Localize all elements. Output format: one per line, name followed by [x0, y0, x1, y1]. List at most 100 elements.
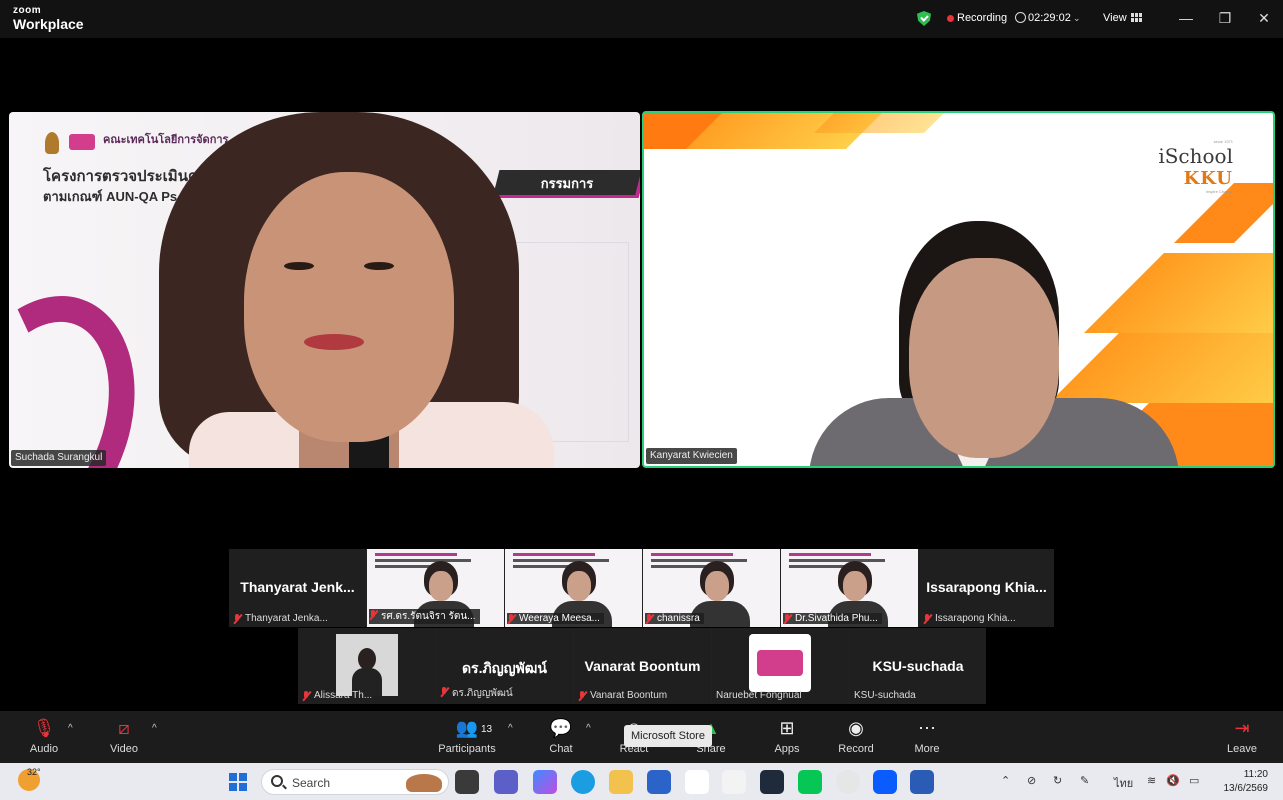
language-indicator[interactable]: ไทย — [1114, 774, 1133, 792]
task-view-icon[interactable] — [455, 770, 479, 794]
video-tile-kanyarat[interactable]: since 1971 iSchool KKU Inspire Change Ka… — [642, 111, 1275, 468]
participant-label: chanissra — [645, 613, 704, 624]
search-icon — [271, 775, 283, 787]
participant-tile[interactable]: Dr.Sivathida Phu... — [781, 549, 918, 627]
recording-label[interactable]: Recording — [957, 12, 1007, 24]
chat-button[interactable]: 💬 Chat — [531, 717, 591, 755]
video-tile-suchada[interactable]: คณะเทคโนโลยีการจัดการ โครงการตรวจประเมิน… — [9, 112, 640, 468]
participant-tile[interactable]: รศ.ดร.รัตนจิรา รัตน... — [367, 549, 504, 627]
leave-icon: ⇥ — [1234, 718, 1250, 738]
muted-mic-icon — [783, 614, 792, 624]
volume-mute-icon[interactable]: 🔇 — [1166, 774, 1180, 787]
participant-name-tag: Kanyarat Kwiecien — [646, 448, 737, 464]
dropbox-icon[interactable] — [760, 770, 784, 794]
slide-stripe — [1084, 253, 1273, 333]
word-icon[interactable] — [910, 770, 934, 794]
video-options-chevron-icon[interactable]: ^ — [152, 723, 157, 734]
sync-icon[interactable]: ↻ — [1053, 774, 1062, 787]
participants-button[interactable]: 👥 Participants — [437, 717, 497, 755]
copilot-icon[interactable] — [533, 770, 557, 794]
title-bar: zoom Workplace Recording 02:29:02 ⌄ View… — [0, 0, 1283, 38]
participant-label: Thanyarat Jenka... — [233, 613, 328, 624]
participant-eye — [284, 262, 314, 270]
recording-dot-icon — [947, 15, 954, 22]
logo-line2: KKU — [1183, 168, 1233, 189]
weather-temperature: 32° — [27, 767, 41, 777]
restore-button[interactable]: ❐ — [1215, 8, 1235, 28]
participant-tile[interactable]: Naruebet Fongnual — [712, 628, 849, 704]
participant-display-name: Thanyarat Jenk... — [240, 579, 355, 595]
meeting-timer[interactable]: 02:29:02 — [1028, 12, 1071, 24]
view-button[interactable]: View — [1103, 12, 1127, 24]
participant-tile[interactable]: Vanarat Boontum Vanarat Boontum — [574, 628, 711, 704]
network-warning-icon[interactable]: ⊘ — [1027, 774, 1036, 787]
participant-strip-row2: Alissara Th... ดร.ภิญญพัฒน์ ดร.ภิญญพัฒน์… — [298, 628, 986, 704]
battery-icon[interactable]: ▭ — [1189, 774, 1199, 787]
participant-tile[interactable]: Thanyarat Jenk... Thanyarat Jenka... — [229, 549, 366, 627]
more-dots-icon: ⋯ — [918, 718, 936, 738]
apps-button[interactable]: ⊞ Apps — [757, 717, 817, 755]
security-shield-icon[interactable] — [917, 11, 931, 26]
participant-tile[interactable]: Issarapong Khia... Issarapong Khia... — [919, 549, 1054, 627]
file-explorer-icon[interactable] — [609, 770, 633, 794]
zoom-logo: zoom Workplace — [13, 5, 84, 32]
minimize-button[interactable]: — — [1176, 8, 1196, 28]
system-clock[interactable]: 11:20 13/6/2569 — [1224, 768, 1269, 796]
participant-tile[interactable]: ดร.ภิญญพัฒน์ ดร.ภิญญพัฒน์ — [436, 628, 573, 704]
audio-button[interactable]: 🎙 Audio — [14, 717, 74, 755]
line-icon[interactable] — [798, 770, 822, 794]
tray-chevron-icon[interactable]: ⌃ — [1001, 774, 1010, 787]
pen-icon[interactable]: ✎ — [1080, 774, 1089, 787]
slide-faculty-title: คณะเทคโนโลยีการจัดการ — [103, 134, 229, 146]
chrome-icon[interactable] — [836, 770, 860, 794]
muted-mic-icon — [302, 691, 311, 701]
taskbar-search[interactable]: Search — [261, 769, 449, 795]
windows-taskbar: 32° Search ⌃ ⊘ ↻ ✎ ไทย ≋ 🔇 ▭ 11:20 13/6/… — [0, 763, 1283, 800]
video-off-icon: ⧄ — [118, 718, 130, 738]
teams-icon[interactable] — [494, 770, 518, 794]
participant-tile[interactable]: Weeraya Meesa... — [505, 549, 642, 627]
muted-mic-icon: 🎙 — [32, 718, 56, 738]
muted-mic-icon — [440, 687, 449, 697]
zoom-icon[interactable] — [873, 770, 897, 794]
windows-start-icon[interactable] — [229, 773, 247, 791]
amazon-shopping-icon[interactable] — [722, 770, 746, 794]
leave-button[interactable]: ⇥ Leave — [1212, 717, 1272, 755]
participant-lips — [304, 334, 364, 350]
audio-options-chevron-icon[interactable]: ^ — [68, 723, 73, 734]
participant-avatar-logo — [749, 634, 811, 692]
wifi-icon[interactable]: ≋ — [1147, 774, 1156, 787]
apps-icon: ⊞ — [779, 718, 795, 738]
slide-title-line2: ตามเกณฑ์ AUN-QA Ps — [43, 189, 178, 204]
participant-label: Dr.Sivathida Phu... — [783, 613, 882, 624]
chat-chevron-icon[interactable]: ^ — [586, 723, 591, 734]
faculty-logo-icon — [69, 134, 95, 150]
participant-tile[interactable]: chanissra — [643, 549, 780, 627]
amazon-icon[interactable] — [685, 770, 709, 794]
committee-badge-label: กรรมการ — [540, 176, 594, 191]
participants-chevron-icon[interactable]: ^ — [508, 723, 513, 734]
video-thumbnail: Dr.Sivathida Phu... — [781, 549, 918, 627]
edge-icon[interactable] — [571, 770, 595, 794]
participant-tile[interactable]: KSU-suchada KSU-suchada — [850, 628, 986, 704]
logo-tagline: Inspire Change — [1205, 189, 1233, 194]
chevron-down-icon[interactable]: ⌄ — [1073, 13, 1081, 24]
microsoft-store-icon[interactable] — [647, 770, 671, 794]
muted-mic-icon — [645, 614, 654, 624]
participant-display-name: ดร.ภิญญพัฒน์ — [461, 660, 548, 676]
logo-line1: iSchool — [1158, 144, 1233, 168]
video-thumbnail: Weeraya Meesa... — [505, 549, 642, 627]
close-button[interactable]: ✕ — [1254, 8, 1274, 28]
brand-top: zoom — [13, 5, 42, 16]
record-button[interactable]: ◉ Record — [826, 717, 886, 755]
participant-video — [336, 634, 398, 696]
participant-tile[interactable]: Alissara Th... — [298, 628, 435, 704]
record-icon: ◉ — [848, 718, 864, 738]
participant-label: รศ.ดร.รัตนจิรา รัตน... — [369, 609, 480, 624]
muted-mic-icon — [578, 691, 587, 701]
muted-mic-icon — [369, 610, 378, 620]
gallery-grid-icon[interactable] — [1131, 13, 1142, 22]
more-button[interactable]: ⋯ More — [897, 717, 957, 755]
participant-display-name: KSU-suchada — [872, 658, 964, 674]
video-button[interactable]: ⧄ Video — [94, 717, 154, 755]
